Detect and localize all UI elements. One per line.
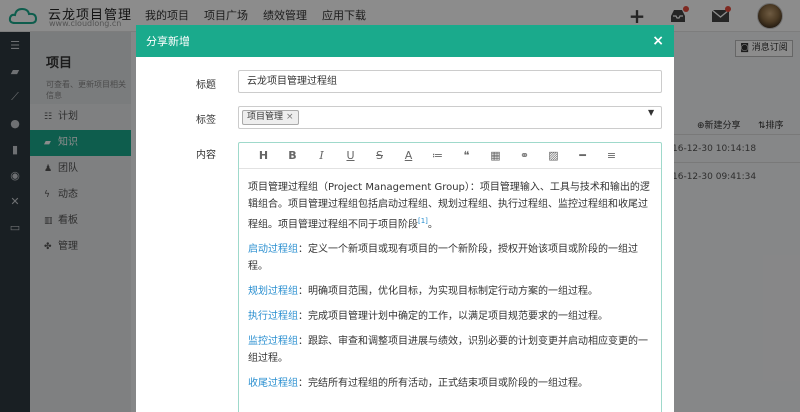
list-icon[interactable]: ≔ <box>423 149 452 162</box>
group-link[interactable]: 执行过程组 <box>248 311 298 322</box>
content-paragraph: 监控过程组：跟踪、审查和调整项目进展与绩效，识别必要的计划变更并启动相应变更的一… <box>248 333 652 367</box>
tag-chip: 项目管理 × <box>242 110 299 125</box>
content-intro: 项目管理过程组（Project Management Group）：项目管理输入… <box>248 179 652 233</box>
title-label: 标题 <box>196 80 216 91</box>
group-link[interactable]: 监控过程组 <box>248 336 298 347</box>
modal-header: 分享新增 × <box>136 25 674 57</box>
title-input[interactable]: 云龙项目管理过程组 <box>238 70 662 93</box>
font-color-icon[interactable]: A <box>394 149 423 162</box>
reference-link[interactable]: [1] <box>418 217 428 225</box>
caret-down-icon[interactable]: ▼ <box>648 108 654 117</box>
intro-text: 项目管理过程组（Project Management Group）：项目管理输入… <box>248 182 650 231</box>
remove-tag-icon[interactable]: × <box>286 112 294 122</box>
group-link[interactable]: 规划过程组 <box>248 286 298 297</box>
horizontal-rule-icon[interactable]: ━ <box>568 149 597 162</box>
group-link[interactable]: 收尾过程组 <box>248 378 298 389</box>
content-paragraph: 执行过程组：完成项目管理计划中确定的工作，以满足项目规范要求的一组过程。 <box>248 308 652 325</box>
tag-select[interactable] <box>238 106 662 129</box>
underline-icon[interactable]: U <box>336 149 365 162</box>
content-paragraph: 收尾过程组：完结所有过程组的所有活动，正式结束项目或阶段的一组过程。 <box>248 375 652 392</box>
rich-text-editor[interactable]: H B I U S A ≔ ❝ ▦ ⚭ ▨ ━ ≡ 项目管理过程组（Projec… <box>238 142 662 412</box>
close-icon[interactable]: × <box>652 33 664 49</box>
group-desc: ：定义一个新项目或现有项目的一个新阶段，授权开始该项目或阶段的一组过程。 <box>248 244 638 273</box>
group-desc: ：完成项目管理计划中确定的工作，以满足项目规范要求的一组过程。 <box>298 311 608 323</box>
table-icon[interactable]: ▦ <box>481 149 510 162</box>
intro-end: 。 <box>427 219 438 231</box>
quote-icon[interactable]: ❝ <box>452 149 481 162</box>
italic-icon[interactable]: I <box>307 149 336 162</box>
group-desc: ：完结所有过程组的所有活动，正式结束项目或阶段的一组过程。 <box>298 378 588 390</box>
bold-icon[interactable]: B <box>278 149 307 162</box>
editor-toolbar: H B I U S A ≔ ❝ ▦ ⚭ ▨ ━ ≡ <box>239 143 661 169</box>
align-icon[interactable]: ≡ <box>597 149 626 162</box>
app-root: 云龙项目管理 www.cloudlong.cn 我的项目 项目广场 绩效管理 应… <box>0 0 800 412</box>
content-paragraph: 规划过程组：明确项目范围，优化目标，为实现目标制定行动方案的一组过程。 <box>248 283 652 300</box>
image-icon[interactable]: ▨ <box>539 149 568 162</box>
strikethrough-icon[interactable]: S <box>365 149 394 162</box>
group-link[interactable]: 启动过程组 <box>248 244 298 255</box>
modal-title: 分享新增 <box>146 35 190 48</box>
editor-content[interactable]: 项目管理过程组（Project Management Group）：项目管理输入… <box>239 169 661 392</box>
heading-icon[interactable]: H <box>249 149 278 162</box>
link-icon[interactable]: ⚭ <box>510 149 539 162</box>
group-desc: ：明确项目范围，优化目标，为实现目标制定行动方案的一组过程。 <box>298 286 598 298</box>
share-modal: 分享新增 × 标题 云龙项目管理过程组 标签 项目管理 × ▼ 内容 H B I … <box>136 25 674 412</box>
group-desc: ：跟踪、审查和调整项目进展与绩效，识别必要的计划变更并启动相应变更的一组过程。 <box>248 336 648 365</box>
content-paragraph: 启动过程组：定义一个新项目或现有项目的一个新阶段，授权开始该项目或阶段的一组过程… <box>248 241 652 275</box>
tag-chip-label: 项目管理 <box>247 112 284 122</box>
tag-label: 标签 <box>196 115 216 126</box>
content-label: 内容 <box>196 150 216 161</box>
